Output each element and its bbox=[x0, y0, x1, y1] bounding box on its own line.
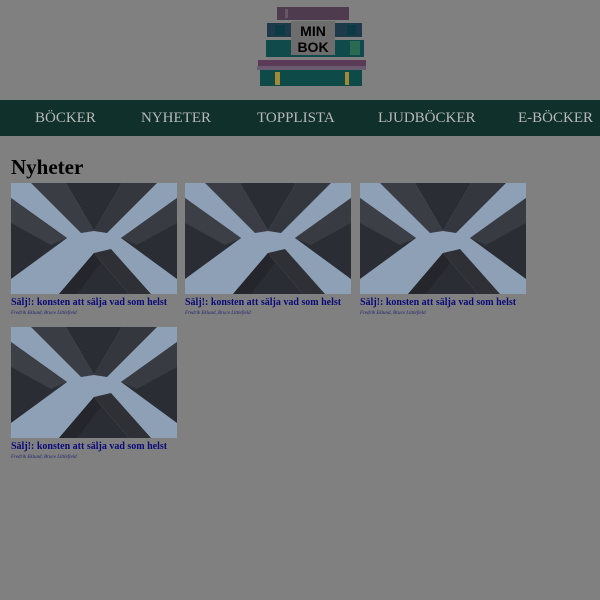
book-cover-image[interactable] bbox=[11, 183, 177, 294]
book-cover-image[interactable] bbox=[11, 327, 177, 438]
book-authors: Fredrik Eklund, Bruce Littlefield bbox=[11, 455, 77, 460]
logo-text-min: MIN bbox=[300, 23, 326, 39]
nav-item-nyheter[interactable]: NYHETER bbox=[141, 100, 211, 136]
nav-item-ljudbocker[interactable]: LJUDBÖCKER bbox=[378, 100, 476, 136]
book-cover-image[interactable] bbox=[360, 183, 526, 294]
book-authors: Fredrik Eklund, Bruce Littlefield bbox=[11, 311, 77, 316]
book-authors: Fredrik Eklund, Bruce Littlefield bbox=[360, 311, 426, 316]
book-cover-image[interactable] bbox=[185, 183, 351, 294]
book-title-link[interactable]: Sälj!: konsten att sälja vad som helst bbox=[360, 296, 527, 310]
section-title: Nyheter bbox=[11, 155, 84, 179]
book-card: Sälj!: konsten att sälja vad som helst F… bbox=[185, 183, 352, 318]
nav-item-ebocker[interactable]: E-BÖCKER bbox=[518, 100, 593, 136]
logo-text-bok: BOK bbox=[297, 39, 329, 55]
nav-item-topplista[interactable]: TOPPLISTA bbox=[257, 100, 335, 136]
book-title-link[interactable]: Sälj!: konsten att sälja vad som helst bbox=[185, 296, 352, 310]
book-card: Sälj!: konsten att sälja vad som helst F… bbox=[360, 183, 527, 318]
header: MIN BOK bbox=[0, 0, 600, 100]
book-title-link[interactable]: Sälj!: konsten att sälja vad som helst bbox=[11, 440, 178, 454]
book-card: Sälj!: konsten att sälja vad som helst F… bbox=[11, 183, 178, 318]
site-logo[interactable]: MIN BOK bbox=[255, 7, 368, 87]
main-navigation: BÖCKER NYHETER TOPPLISTA LJUDBÖCKER E-BÖ… bbox=[0, 100, 600, 136]
book-card: Sälj!: konsten att sälja vad som helst F… bbox=[11, 327, 178, 462]
book-title-link[interactable]: Sälj!: konsten att sälja vad som helst bbox=[11, 296, 178, 310]
nav-item-bocker[interactable]: BÖCKER bbox=[35, 100, 96, 136]
book-authors: Fredrik Eklund, Bruce Littlefield bbox=[185, 311, 251, 316]
